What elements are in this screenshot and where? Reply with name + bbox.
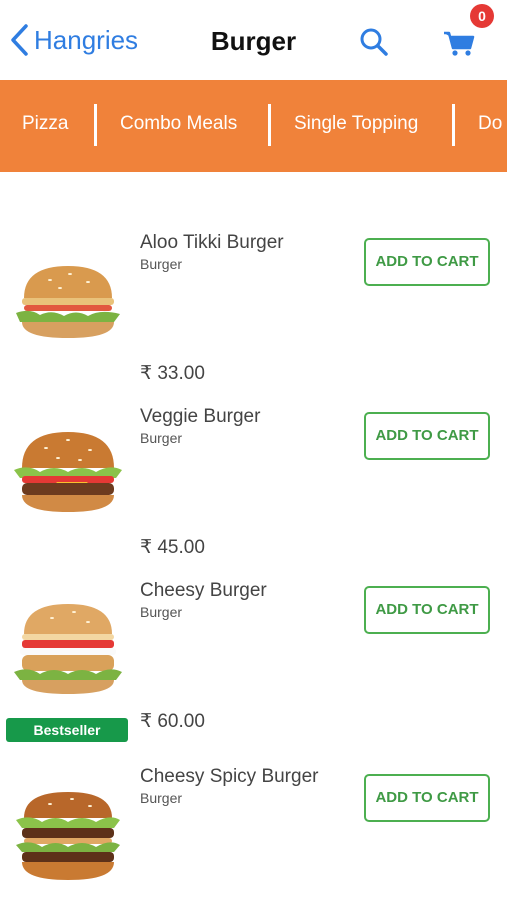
product-item: Bestseller Cheesy Burger Burger ₹ 60.00 … (0, 580, 507, 756)
add-to-cart-button[interactable]: ADD TO CART (364, 412, 490, 460)
add-to-cart-button[interactable]: ADD TO CART (364, 774, 490, 822)
product-list: Aloo Tikki Burger Burger ₹ 33.00 ADD TO … (0, 172, 507, 900)
back-button[interactable]: Hangries (8, 22, 138, 58)
back-label: Hangries (34, 24, 139, 55)
product-item: Aloo Tikki Burger Burger ₹ 33.00 ADD TO … (0, 232, 507, 408)
tab-partial[interactable]: Do (478, 80, 502, 172)
product-item: Cheesy Spicy Burger Burger ADD TO CART (0, 766, 507, 900)
tab-divider (268, 104, 271, 146)
tab-divider (94, 104, 97, 146)
product-category: Burger (140, 430, 183, 446)
category-tab-bar: Pizza Combo Meals Single Topping Do (0, 80, 507, 172)
product-name: Veggie Burger (140, 406, 261, 427)
product-name: Cheesy Burger (140, 580, 267, 601)
product-price: ₹ 60.00 (140, 711, 205, 732)
product-category: Burger (140, 790, 183, 806)
product-name: Aloo Tikki Burger (140, 232, 284, 253)
chevron-left-icon (11, 24, 28, 56)
cart-button[interactable] (440, 24, 480, 60)
navigation-bar: Hangries Burger 0 (0, 0, 507, 80)
tab-combo-meals[interactable]: Combo Meals (120, 80, 237, 172)
add-to-cart-button[interactable]: ADD TO CART (364, 586, 490, 634)
search-icon (360, 28, 388, 56)
search-button[interactable] (356, 24, 392, 60)
tab-single-topping[interactable]: Single Topping (294, 80, 418, 172)
add-to-cart-button[interactable]: ADD TO CART (364, 238, 490, 286)
product-category: Burger (140, 256, 183, 272)
product-price: ₹ 45.00 (140, 537, 205, 558)
product-category: Burger (140, 604, 183, 620)
product-image (16, 792, 120, 880)
product-name: Cheesy Spicy Burger (140, 766, 319, 787)
product-image (14, 604, 122, 694)
tab-divider (452, 104, 455, 146)
product-price: ₹ 33.00 (140, 363, 205, 384)
cart-count-badge: 0 (470, 4, 494, 28)
bestseller-badge: Bestseller (6, 718, 128, 742)
shopping-cart-icon (444, 31, 475, 56)
product-item: Veggie Burger Burger ₹ 45.00 ADD TO CART (0, 406, 507, 582)
product-image (16, 266, 120, 338)
product-image (14, 432, 122, 512)
tab-pizza[interactable]: Pizza (22, 80, 68, 172)
